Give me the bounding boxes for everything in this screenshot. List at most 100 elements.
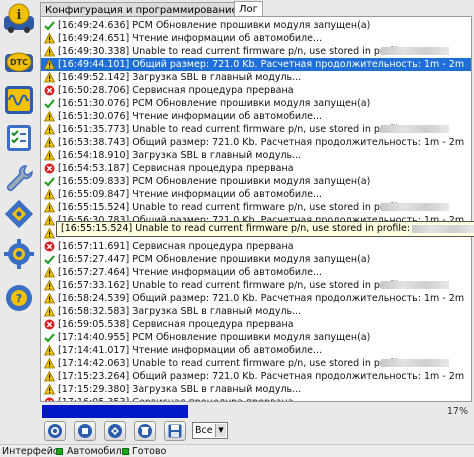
log-row[interactable]: [16:51:30.076] PCM Обновление прошивки м… bbox=[41, 97, 471, 110]
service-button[interactable] bbox=[2, 160, 35, 196]
log-row[interactable]: [16:54:53.187] Сервисная процедура прерв… bbox=[41, 162, 471, 175]
dtc-button[interactable]: DTC bbox=[2, 44, 35, 80]
oscilloscope-button[interactable] bbox=[2, 82, 35, 118]
log-row[interactable]: [17:14:41.017] Чтение информации об авто… bbox=[41, 344, 471, 357]
warning-icon bbox=[43, 123, 56, 135]
log-row[interactable]: [16:57:27.464] Чтение информации об авто… bbox=[41, 266, 471, 279]
info-icon: i bbox=[3, 3, 34, 33]
log-row[interactable]: [16:53:38.743] Общий размер: 721.0 Kb. Р… bbox=[41, 136, 471, 149]
log-row-text: [16:49:24.636] PCM Обновление прошивки м… bbox=[58, 20, 371, 31]
log-row[interactable]: [16:57:11.691] Сервисная процедура прерв… bbox=[41, 240, 471, 253]
save-log-icon bbox=[108, 424, 122, 438]
check-icon bbox=[44, 332, 55, 343]
left-toolbar: i DTC ? bbox=[0, 0, 37, 440]
error-icon bbox=[44, 397, 55, 401]
log-row-text: [16:49:52.142] Загрузка SBL в главный мо… bbox=[58, 72, 302, 83]
log-row-text: [16:50:28.706] Сервисная процедура прерв… bbox=[58, 85, 294, 96]
wrench-icon bbox=[6, 165, 33, 192]
warning-icon bbox=[43, 357, 56, 369]
log-row[interactable]: [16:49:44.101] Общий размер: 721.0 Kb. Р… bbox=[41, 58, 471, 71]
log-row-text: [17:14:41.017] Чтение информации об авто… bbox=[58, 345, 323, 356]
svg-text:i: i bbox=[16, 8, 21, 23]
progress-bar: 17% bbox=[40, 405, 472, 418]
log-row-text: [16:53:38.743] Общий размер: 721.0 Kb. Р… bbox=[58, 137, 465, 148]
log-row[interactable]: [16:55:15.524] Unable to read current fi… bbox=[41, 201, 471, 214]
check-icon bbox=[44, 254, 55, 265]
log-row[interactable]: [16:58:24.539] Общий размер: 721.0 Kb. Р… bbox=[41, 292, 471, 305]
status-bar: Интерфейс: Автомобиль: Готово bbox=[0, 444, 474, 457]
warning-icon bbox=[43, 110, 56, 122]
log-row-text: [16:49:24.651] Чтение информации об авто… bbox=[58, 33, 323, 44]
log-row-text: [16:51:30.076] Чтение информации об авто… bbox=[58, 111, 323, 122]
warning-icon bbox=[43, 266, 56, 278]
save-log-button[interactable] bbox=[104, 421, 126, 441]
redacted-value bbox=[381, 125, 449, 133]
log-row-text: [17:15:29.380] Загрузка SBL в главный мо… bbox=[58, 384, 302, 395]
log-row[interactable]: [16:57:27.447] PCM Обновление прошивки м… bbox=[41, 253, 471, 266]
bottom-toolbar: Все ▼ bbox=[40, 420, 472, 442]
log-row[interactable]: [17:14:40.955] PCM Обновление прошивки м… bbox=[41, 331, 471, 344]
log-row[interactable]: [16:55:09.833] PCM Обновление прошивки м… bbox=[41, 175, 471, 188]
help-button[interactable]: ? bbox=[2, 280, 35, 316]
app-window: i DTC ? Конфигурация и программирование … bbox=[0, 0, 474, 457]
log-row-text: [16:59:05.538] Сервисная процедура прерв… bbox=[58, 319, 294, 330]
log-row[interactable]: [16:59:05.538] Сервисная процедура прерв… bbox=[41, 318, 471, 331]
log-row[interactable]: [16:49:24.636] PCM Обновление прошивки м… bbox=[41, 19, 471, 32]
interface-label: Интерфейс: bbox=[2, 446, 62, 457]
gear-icon bbox=[3, 239, 34, 269]
log-row-text: [16:51:35.773] Unable to read current fi… bbox=[58, 124, 408, 135]
log-filter-select[interactable]: Все ▼ bbox=[192, 422, 228, 439]
module-button[interactable] bbox=[2, 196, 35, 232]
dtc-icon: DTC bbox=[4, 52, 33, 72]
warning-icon bbox=[43, 188, 56, 200]
clear-button[interactable] bbox=[134, 421, 156, 441]
log-row[interactable]: [16:49:52.142] Загрузка SBL в главный мо… bbox=[41, 71, 471, 84]
trash-icon bbox=[138, 424, 152, 438]
check-icon bbox=[44, 98, 55, 109]
log-row[interactable]: [17:14:42.063] Unable to read current fi… bbox=[41, 357, 471, 370]
progress-track bbox=[40, 405, 430, 418]
log-row[interactable]: [17:16:05.353] Сервисная процедура прерв… bbox=[41, 396, 471, 401]
log-row-text: [17:16:05.353] Сервисная процедура прерв… bbox=[58, 396, 294, 401]
progress-percent: 17% bbox=[446, 406, 468, 417]
warning-icon bbox=[43, 305, 56, 317]
svg-text:DTC: DTC bbox=[10, 58, 28, 67]
info-button[interactable]: i bbox=[2, 0, 35, 36]
log-tooltip: [16:55:15.524] Unable to read current fi… bbox=[56, 221, 474, 237]
log-row[interactable]: [16:51:30.076] Чтение информации об авто… bbox=[41, 110, 471, 123]
warning-icon bbox=[43, 71, 56, 83]
log-row[interactable]: [16:49:30.338] Unable to read current fi… bbox=[41, 45, 471, 58]
warning-icon bbox=[43, 136, 56, 148]
log-list[interactable]: [16:49:24.636] PCM Обновление прошивки м… bbox=[40, 16, 472, 402]
settings-button[interactable] bbox=[2, 236, 35, 272]
warning-icon bbox=[43, 344, 56, 356]
error-icon bbox=[44, 163, 55, 174]
log-row[interactable]: [16:55:09.847] Чтение информации об авто… bbox=[41, 188, 471, 201]
log-row[interactable]: [16:49:24.651] Чтение информации об авто… bbox=[41, 32, 471, 45]
log-row-text: [16:57:27.464] Чтение информации об авто… bbox=[58, 267, 323, 278]
log-row[interactable]: [16:54:18.910] Загрузка SBL в главный мо… bbox=[41, 149, 471, 162]
stop-button[interactable] bbox=[74, 421, 96, 441]
log-row-text: [16:54:53.187] Сервисная процедура прерв… bbox=[58, 163, 294, 174]
start-button[interactable] bbox=[44, 421, 66, 441]
log-row[interactable]: [16:58:32.583] Загрузка SBL в главный мо… bbox=[41, 305, 471, 318]
chevron-down-icon: ▼ bbox=[215, 424, 226, 437]
log-row[interactable]: [17:15:23.264] Общий размер: 721.0 Kb. Р… bbox=[41, 370, 471, 383]
log-row[interactable]: [17:15:29.380] Загрузка SBL в главный мо… bbox=[41, 383, 471, 396]
tooltip-text: [16:55:15.524] Unable to read current fi… bbox=[61, 223, 411, 234]
car-label: Автомобиль: bbox=[67, 446, 131, 457]
log-row-text: [17:14:42.063] Unable to read current fi… bbox=[58, 358, 408, 369]
log-row-text: [16:57:27.447] PCM Обновление прошивки м… bbox=[58, 254, 371, 265]
log-row-text: [16:57:33.162] Unable to read current fi… bbox=[58, 280, 408, 291]
error-icon bbox=[44, 319, 55, 330]
play-icon bbox=[48, 424, 62, 438]
log-row[interactable]: [16:57:33.162] Unable to read current fi… bbox=[41, 279, 471, 292]
checklist-button[interactable] bbox=[2, 120, 35, 156]
log-row-text: [16:58:32.583] Загрузка SBL в главный мо… bbox=[58, 306, 302, 317]
check-icon bbox=[44, 20, 55, 31]
log-row[interactable]: [16:51:35.773] Unable to read current fi… bbox=[41, 123, 471, 136]
filter-value: Все bbox=[195, 425, 213, 436]
save-button[interactable] bbox=[164, 421, 186, 441]
log-row[interactable]: [16:50:28.706] Сервисная процедура прерв… bbox=[41, 84, 471, 97]
log-row-text: [16:55:09.833] PCM Обновление прошивки м… bbox=[58, 176, 371, 187]
